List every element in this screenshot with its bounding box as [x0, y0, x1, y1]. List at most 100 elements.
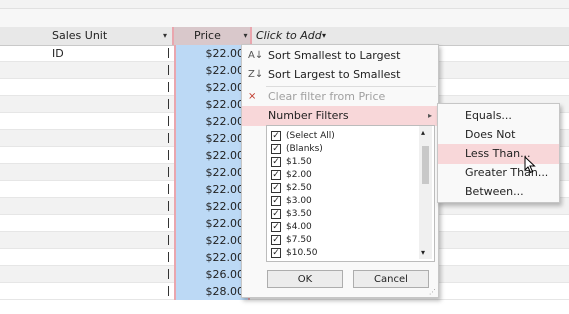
menu-item-label: Sort Largest to Smallest	[268, 68, 401, 81]
column-header-label: Price	[194, 29, 221, 42]
price-cell[interactable]: $22.00	[174, 164, 250, 181]
filter-value-item[interactable]: ✓ $3.00	[271, 195, 421, 208]
row-marker	[168, 65, 169, 75]
row-marker	[168, 116, 169, 126]
price-cell[interactable]: $22.00	[174, 147, 250, 164]
row-marker	[168, 133, 169, 143]
submenu-item[interactable]: Less Than...	[438, 144, 559, 164]
price-cell[interactable]: $26.00	[174, 266, 250, 283]
filter-value-label: $10.50	[286, 248, 318, 258]
top-empty-row	[0, 9, 569, 28]
filter-value-item[interactable]: ✓ (Select All)	[271, 130, 421, 143]
submenu-item[interactable]: Between...	[438, 182, 559, 202]
menu-item-label: Number Filters	[268, 109, 349, 122]
price-cell[interactable]: $22.00	[174, 96, 250, 113]
column-header-sales-unit-id[interactable]: Sales Unit ID ▾	[0, 27, 172, 60]
checkbox[interactable]: ✓	[271, 131, 281, 141]
checkbox[interactable]: ✓	[271, 209, 281, 219]
price-cell[interactable]: $22.00	[174, 198, 250, 215]
submenu-item[interactable]: Does Not Equal...	[438, 125, 559, 161]
row-marker	[168, 184, 169, 194]
filter-value-label: $7.50	[286, 235, 312, 245]
row-marker	[168, 201, 169, 211]
filter-value-item[interactable]: ✓ $2.50	[271, 182, 421, 195]
price-cell[interactable]: $22.00	[174, 62, 250, 79]
scroll-down-icon[interactable]: ▾	[421, 248, 425, 257]
filter-values-list[interactable]: ✓ (Select All) ✓ (Blanks) ✓ $1.50 ✓ $2.00 ✓ $2.50…	[266, 125, 435, 262]
price-cell[interactable]: $22.00	[174, 45, 250, 62]
submenu-item-label: Less Than...	[465, 147, 531, 160]
menu-item-label: Sort Smallest to Largest	[268, 49, 401, 62]
checkbox[interactable]: ✓	[271, 248, 281, 258]
price-cell[interactable]: $22.00	[174, 215, 250, 232]
submenu-arrow-icon: ▸	[427, 111, 432, 120]
price-cell[interactable]: $22.00	[174, 249, 250, 266]
menu-item-label: Clear filter from Price	[268, 90, 386, 103]
column-header-price[interactable]: Price ▾	[172, 27, 252, 45]
menu-item-sort-ascending[interactable]: A↓ Sort Smallest to Largest	[242, 46, 438, 66]
price-cell[interactable]: $22.00	[174, 79, 250, 96]
filter-value-label: (Select All)	[286, 131, 335, 141]
scrollbar-thumb[interactable]	[422, 146, 429, 184]
menu-item-clear-filter: ⨯ Clear filter from Price	[242, 87, 438, 107]
row-marker	[168, 48, 169, 58]
menu-item-number-filters[interactable]: Number Filters ▸	[242, 106, 438, 126]
price-cell[interactable]: $28.00	[174, 283, 250, 300]
submenu-item-label: Between...	[465, 185, 524, 198]
column-header-click-to-add[interactable]: Click to Add ▾	[252, 27, 326, 45]
add-column-dropdown-icon[interactable]: ▾	[322, 27, 326, 45]
checkbox[interactable]: ✓	[271, 170, 281, 180]
filter-value-label: $3.00	[286, 196, 312, 206]
row-marker	[168, 286, 169, 296]
cancel-button[interactable]: Cancel	[353, 270, 429, 288]
sort-descending-icon: Z↓	[248, 69, 264, 80]
row-marker	[168, 167, 169, 177]
checkbox[interactable]: ✓	[271, 222, 281, 232]
filter-value-label: $2.50	[286, 183, 312, 193]
row-marker	[168, 218, 169, 228]
menu-item-sort-descending[interactable]: Z↓ Sort Largest to Smallest	[242, 65, 438, 85]
filter-value-label: $4.00	[286, 222, 312, 232]
sort-ascending-icon: A↓	[248, 50, 264, 61]
filter-value-item[interactable]: ✓ $2.00	[271, 169, 421, 182]
filter-value-label: $1.50	[286, 157, 312, 167]
row-marker	[168, 269, 169, 279]
price-cell[interactable]: $22.00	[174, 113, 250, 130]
mouse-pointer-icon	[524, 156, 536, 174]
submenu-item-label: Equals...	[465, 109, 512, 122]
checkbox[interactable]: ✓	[271, 196, 281, 206]
filter-value-item[interactable]: ✓ $7.50	[271, 234, 421, 247]
ok-button[interactable]: OK	[267, 270, 343, 288]
filter-value-item[interactable]: ✓ (Blanks)	[271, 143, 421, 156]
filter-value-label: $3.50	[286, 209, 312, 219]
filter-value-label: $2.00	[286, 170, 312, 180]
row-marker	[168, 252, 169, 262]
price-cell[interactable]: $22.00	[174, 181, 250, 198]
checkbox[interactable]: ✓	[271, 183, 281, 193]
scroll-up-icon[interactable]: ▴	[421, 128, 425, 137]
resize-grip-icon[interactable]: ⋰	[429, 288, 436, 296]
row-marker	[168, 99, 169, 109]
number-filters-submenu: Equals... Does Not Equal...Less Than... Gr…	[437, 103, 560, 203]
filter-value-item[interactable]: ✓ $10.50	[271, 247, 421, 260]
row-marker	[168, 150, 169, 160]
filter-dropdown-icon[interactable]: ▾	[240, 30, 251, 41]
checkbox[interactable]: ✓	[271, 144, 281, 154]
column-header-label: Click to Add	[256, 29, 322, 42]
submenu-item[interactable]: Greater Than...	[438, 163, 559, 183]
row-marker	[168, 82, 169, 92]
price-cell[interactable]: $22.00	[174, 130, 250, 147]
filter-value-item[interactable]: ✓ $3.50	[271, 208, 421, 221]
checkbox[interactable]: ✓	[271, 157, 281, 167]
row-marker	[168, 235, 169, 245]
filter-value-item[interactable]: ✓ $4.00	[271, 221, 421, 234]
filter-list-scrollbar[interactable]: ▴ ▾	[419, 126, 432, 259]
price-cell[interactable]: $22.00	[174, 232, 250, 249]
sort-dropdown-icon[interactable]: ▾	[163, 27, 167, 45]
clear-filter-icon: ⨯	[248, 91, 257, 102]
toolbar-strip	[0, 0, 569, 9]
submenu-item[interactable]: Equals...	[438, 106, 559, 126]
checkbox[interactable]: ✓	[271, 235, 281, 245]
filter-value-label: (Blanks)	[286, 144, 323, 154]
filter-value-item[interactable]: ✓ $1.50	[271, 156, 421, 169]
